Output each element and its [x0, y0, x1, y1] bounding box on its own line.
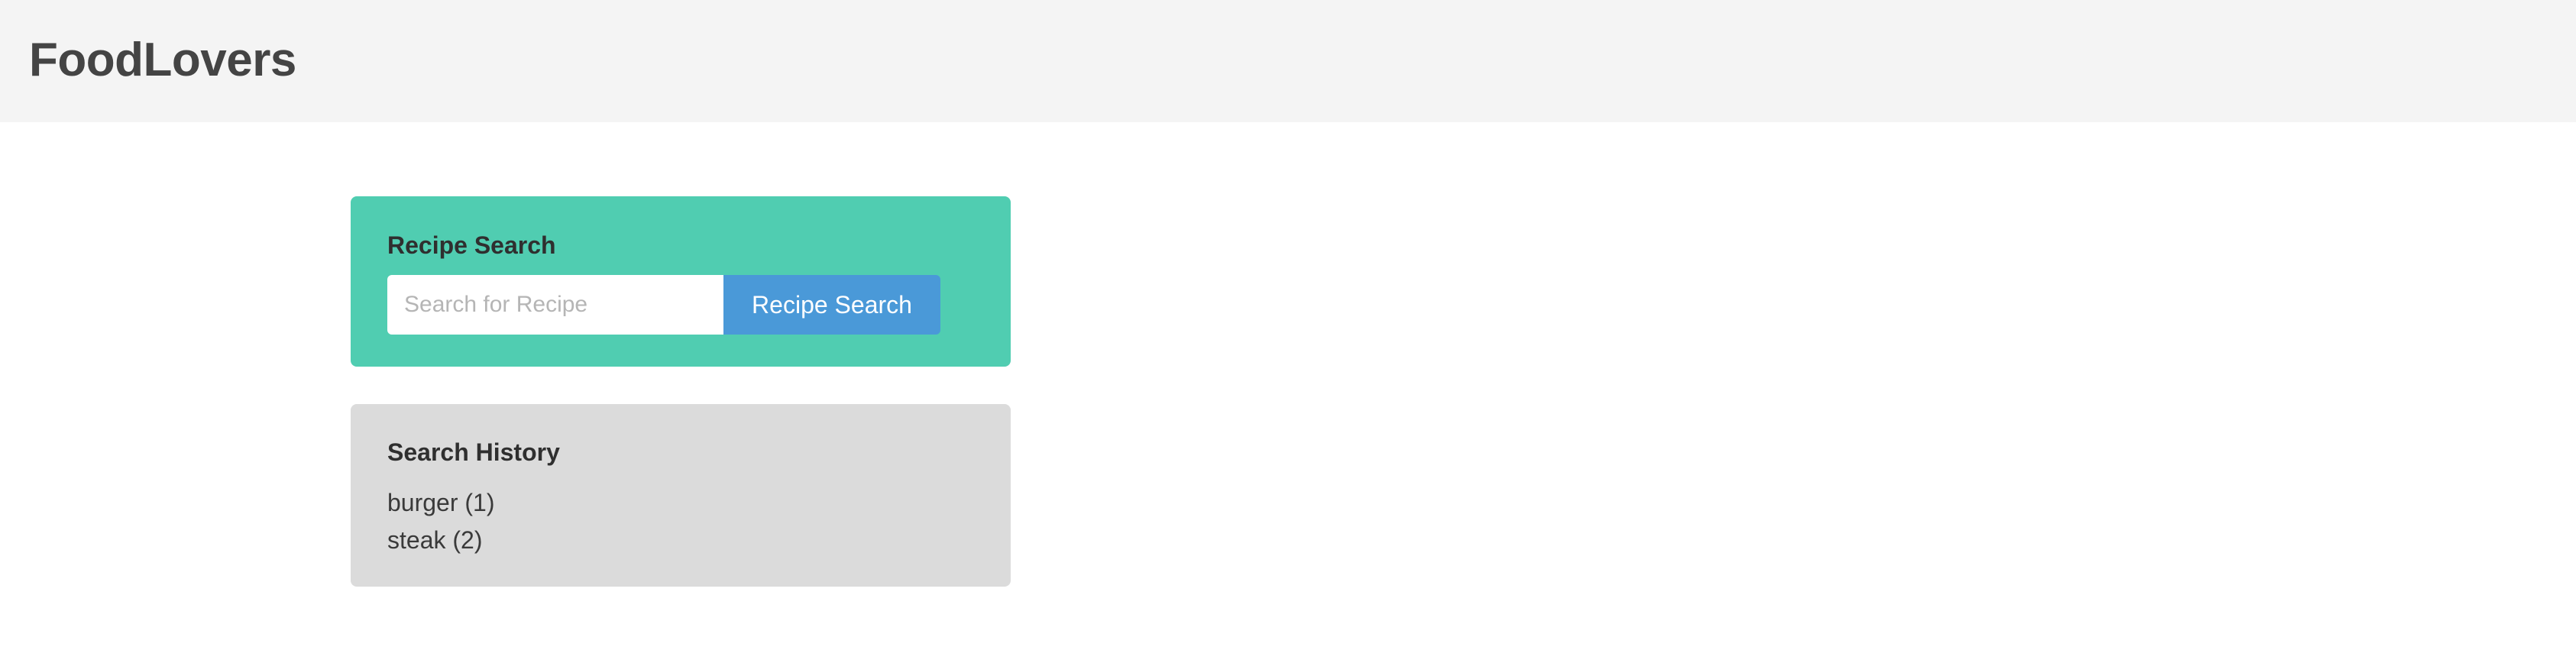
recipe-search-title: Recipe Search [387, 231, 556, 259]
history-item-steak[interactable]: steak (2) [387, 522, 495, 559]
search-history-list: burger (1) steak (2) [387, 484, 495, 559]
top-header: FoodLovers [0, 0, 2576, 122]
brand-logo-text[interactable]: FoodLovers [29, 34, 296, 87]
recipe-search-button[interactable]: Recipe Search [723, 275, 940, 335]
recipe-search-card: Recipe Search Recipe Search [351, 196, 1011, 367]
search-history-title: Search History [387, 438, 560, 466]
search-history-card: Search History burger (1) steak (2) [351, 404, 1011, 587]
history-item-burger[interactable]: burger (1) [387, 484, 495, 522]
recipe-search-input[interactable] [387, 275, 723, 335]
